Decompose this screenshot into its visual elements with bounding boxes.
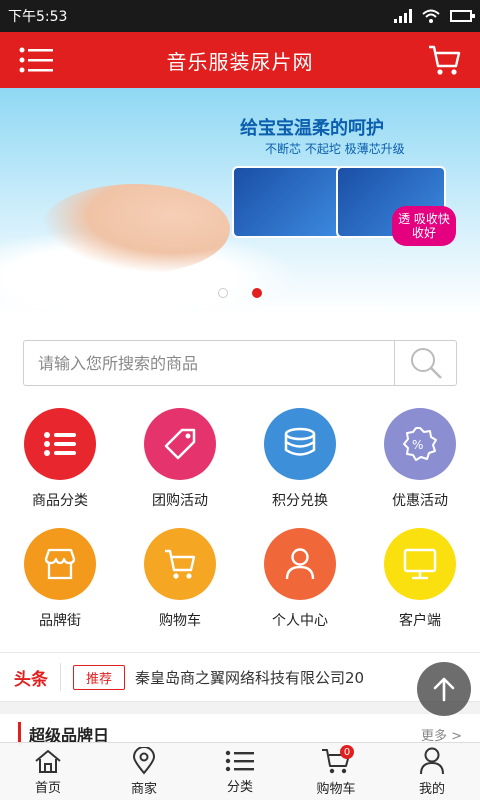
tab-label: 商家: [130, 781, 157, 797]
tab-categories[interactable]: 分类: [192, 743, 288, 800]
bottom-tab-bar: 首页 商家 分类 0 购物车 我的: [0, 742, 480, 800]
arrow-up-icon: [433, 677, 455, 702]
cart-icon: [429, 45, 461, 75]
headline-ticker[interactable]: 头条 推荐 秦皇岛商之翼网络科技有限公司20: [0, 652, 480, 702]
svg-text:%: %: [412, 438, 423, 452]
status-icons: [394, 9, 475, 23]
shortcut-item[interactable]: 积分兑换: [240, 406, 360, 526]
carousel-indicator: [0, 288, 480, 298]
shortcut-label: 优惠活动: [392, 493, 448, 509]
search-input[interactable]: [24, 341, 394, 385]
shortcut-item[interactable]: 个人中心: [240, 526, 360, 646]
shortcut-item[interactable]: 商品分类: [0, 406, 120, 526]
shortcut-label: 购物车: [159, 613, 201, 629]
tag-icon: [144, 408, 216, 480]
search-section: [0, 314, 480, 406]
list-icon: [225, 750, 254, 771]
carousel-dot-active[interactable]: [252, 288, 262, 298]
shortcut-label: 客户端: [399, 613, 441, 629]
search-box: [23, 340, 457, 386]
more-link[interactable]: 更多 >: [421, 725, 462, 744]
menu-icon: [19, 47, 53, 73]
diaper-pack-image: [232, 166, 342, 238]
header-cart-button[interactable]: [426, 42, 462, 78]
shortcut-item[interactable]: 团购活动: [120, 406, 240, 526]
search-button[interactable]: [394, 341, 456, 385]
headline-tag: 头条: [14, 669, 48, 690]
cart-count-badge: 0: [340, 745, 354, 759]
signal-icon: [394, 9, 412, 23]
menu-button[interactable]: [18, 42, 54, 78]
app-header: 音乐服装尿片网: [0, 32, 480, 88]
banner-badge: 透 吸收快 收好: [392, 206, 456, 246]
cart-icon: [144, 528, 216, 600]
discount-icon: %: [384, 408, 456, 480]
tab-home[interactable]: 首页: [0, 743, 96, 800]
user-icon: [420, 747, 444, 774]
home-icon: [35, 749, 61, 773]
shortcut-item[interactable]: % 优惠活动: [360, 406, 480, 526]
battery-icon: [450, 10, 475, 22]
carousel-dot[interactable]: [218, 288, 228, 298]
coins-icon: [264, 408, 336, 480]
headline-text[interactable]: 秦皇岛商之翼网络科技有限公司20: [135, 667, 405, 688]
status-bar: 下午5:53: [0, 0, 480, 32]
shortcut-item[interactable]: 购物车: [120, 526, 240, 646]
search-icon: [410, 348, 442, 379]
divider: [60, 663, 61, 691]
shortcut-label: 品牌街: [39, 613, 81, 629]
shortcut-label: 团购活动: [152, 493, 208, 509]
banner-slogan: 给宝宝温柔的呵护: [240, 118, 384, 139]
tab-merchants[interactable]: 商家: [96, 743, 192, 800]
user-icon: [264, 528, 336, 600]
shortcut-item[interactable]: 品牌街: [0, 526, 120, 646]
page-title: 音乐服装尿片网: [166, 49, 314, 74]
tab-label: 购物车: [316, 781, 356, 797]
back-to-top-button[interactable]: [417, 662, 471, 716]
location-icon: [132, 746, 156, 775]
shortcut-grid: 商品分类 团购活动 积分兑换 % 优惠活动 品牌街 购物车 个人中心 客户端: [0, 406, 480, 652]
monitor-icon: [384, 528, 456, 600]
shop-icon: [24, 528, 96, 600]
promo-banner[interactable]: 给宝宝温柔的呵护 不断芯 不起坨 极薄芯升级 透 吸收快 收好: [0, 88, 480, 314]
wifi-icon: [422, 9, 440, 23]
baby-image: [40, 184, 230, 274]
shortcut-label: 积分兑换: [272, 493, 328, 509]
banner-sub-slogan: 不断芯 不起坨 极薄芯升级: [265, 142, 405, 156]
recommend-badge: 推荐: [73, 664, 126, 690]
shortcut-label: 商品分类: [32, 493, 88, 509]
shortcut-label: 个人中心: [272, 613, 328, 629]
status-time: 下午5:53: [8, 9, 68, 25]
list-icon: [24, 408, 96, 480]
tab-label: 首页: [34, 780, 61, 796]
tab-mine[interactable]: 我的: [384, 743, 480, 800]
tab-label: 分类: [226, 779, 253, 795]
tab-label: 我的: [418, 781, 445, 797]
shortcut-item[interactable]: 客户端: [360, 526, 480, 646]
tab-cart[interactable]: 0 购物车: [288, 743, 384, 800]
